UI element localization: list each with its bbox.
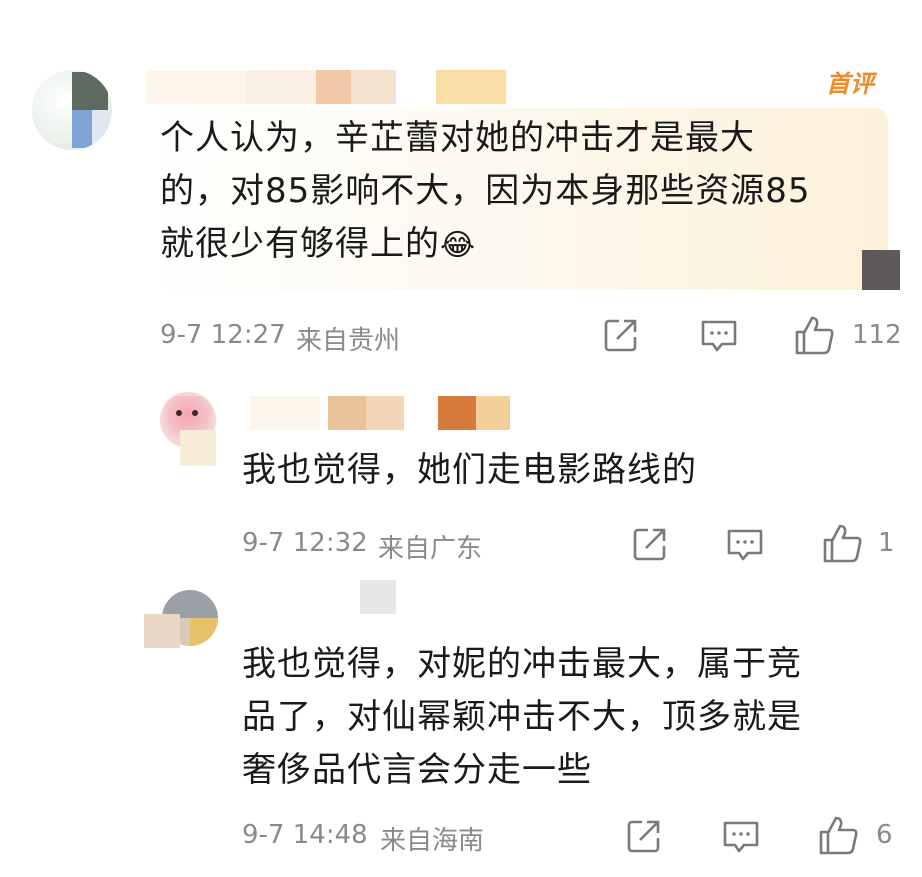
comment-line: 品了，对仙幂颖冲击不大，顶多就是	[242, 697, 802, 737]
comment-time: 9-7 12:32	[242, 528, 368, 558]
user-name-redacted[interactable]	[250, 580, 416, 614]
share-icon[interactable]	[626, 818, 662, 854]
comment-icon[interactable]	[700, 318, 738, 354]
comment-line: 个人认为，辛芷蕾对她的冲击才是最大	[160, 118, 755, 158]
comment-text: 我也觉得，她们走电影路线的	[242, 444, 697, 497]
comment-icon[interactable]	[722, 819, 760, 855]
comment-line: 奢侈品代言会分走一些	[242, 750, 592, 790]
comment-line: 我也觉得，对妮的冲击最大，属于竞	[242, 644, 802, 684]
comment-line: 的，对85影响不大，因为本身那些资源85	[160, 171, 811, 211]
like-count: 1	[878, 528, 895, 558]
comment-text: 个人认为，辛芷蕾对她的冲击才是最大 的，对85影响不大，因为本身那些资源85 就…	[160, 112, 811, 272]
user-name-redacted[interactable]	[146, 70, 506, 104]
thumbs-up-icon[interactable]	[822, 522, 864, 564]
comment-location: 来自海南	[380, 826, 485, 856]
share-icon[interactable]	[603, 317, 639, 353]
like-count: 6	[876, 820, 893, 850]
thumbs-up-icon[interactable]	[794, 314, 836, 356]
comment-location: 来自贵州	[296, 326, 401, 356]
comment-icon[interactable]	[726, 527, 764, 563]
user-name-redacted[interactable]	[250, 396, 510, 430]
comment-time: 9-7 14:48	[242, 820, 368, 850]
comment-line-text: 就很少有够得上的	[160, 224, 440, 264]
first-comment-badge: 首评	[826, 70, 874, 98]
comment-text: 我也觉得，对妮的冲击最大，属于竞 品了，对仙幂颖冲击不大，顶多就是 奢侈品代言会…	[242, 638, 802, 797]
comment-time: 9-7 12:27	[160, 320, 286, 350]
comment-line: 我也觉得，她们走电影路线的	[242, 450, 697, 490]
comment-location: 来自广东	[378, 534, 483, 564]
user-avatar[interactable]	[32, 70, 112, 150]
comment-line: 就很少有够得上的😂	[160, 218, 811, 272]
thumbs-up-icon[interactable]	[818, 814, 860, 856]
like-count: 112	[852, 320, 902, 350]
share-icon[interactable]	[632, 526, 668, 562]
laughing-crying-emoji-icon: 😂	[440, 228, 477, 263]
